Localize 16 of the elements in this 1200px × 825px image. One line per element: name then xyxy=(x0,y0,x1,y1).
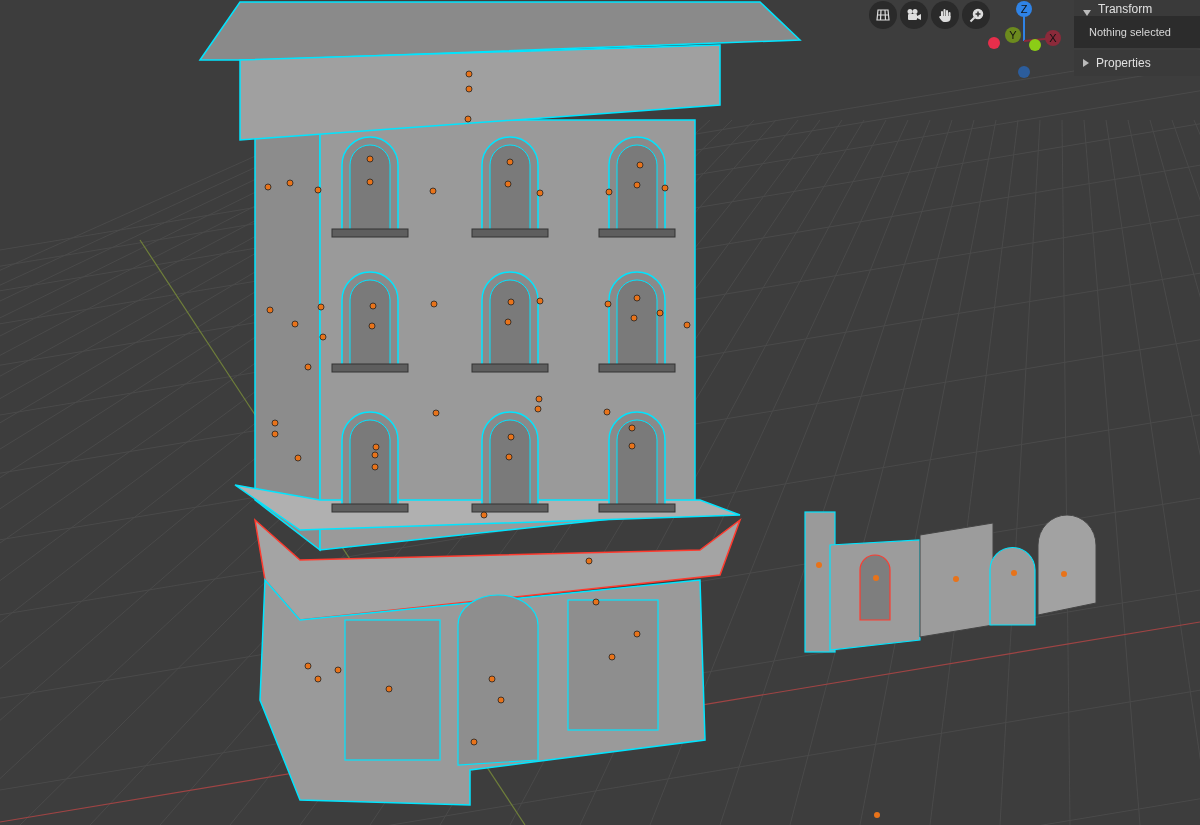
zoom-icon[interactable] xyxy=(962,1,990,29)
camera-icon[interactable] xyxy=(900,1,928,29)
hand-icon[interactable] xyxy=(931,1,959,29)
panel-title: Properties xyxy=(1096,56,1151,70)
collapse-triangle-icon xyxy=(1083,59,1089,67)
negative-z-axis-handle[interactable] xyxy=(1018,66,1030,78)
negative-x-axis-handle[interactable] xyxy=(988,37,1000,49)
panel-header[interactable]: Properties xyxy=(1074,50,1200,76)
selection-status-text: Nothing selected xyxy=(1088,24,1171,40)
negative-y-axis-handle[interactable] xyxy=(1029,39,1041,51)
panel-title: Transform xyxy=(1098,2,1153,16)
grid-icon[interactable] xyxy=(869,1,897,29)
y-axis-handle[interactable]: Y xyxy=(1005,27,1021,43)
expand-triangle-icon xyxy=(1083,10,1091,16)
origin-point-icon xyxy=(874,812,880,818)
z-axis-handle[interactable]: Z xyxy=(1016,1,1032,17)
